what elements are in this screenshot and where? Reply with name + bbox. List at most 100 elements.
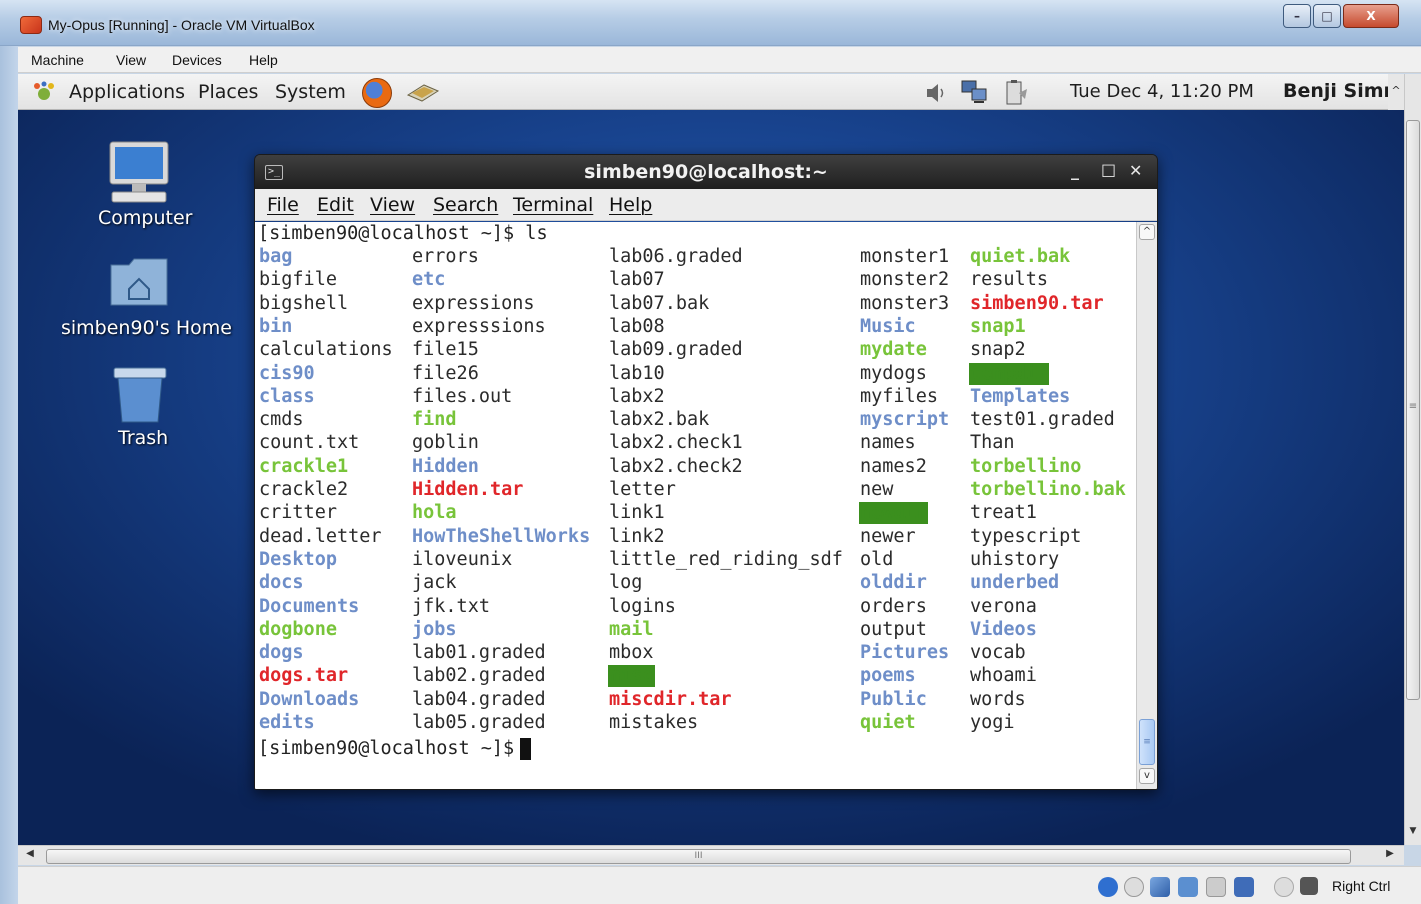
ls-entry: miscdir.tar <box>609 688 732 710</box>
shared-folders-status-icon[interactable] <box>1206 877 1226 897</box>
host-statusbar: Right Ctrl <box>18 866 1421 904</box>
ls-entry: torbellino.bak <box>970 479 1126 500</box>
ls-entry: snap2 <box>970 339 1026 361</box>
volume-icon[interactable] <box>924 82 948 104</box>
ls-entry: lab09.graded <box>609 339 743 361</box>
desktop-label-computer[interactable]: Computer <box>98 207 192 229</box>
panel-menu-places[interactable]: Places <box>198 81 258 103</box>
power-icon[interactable] <box>1001 79 1031 107</box>
terminal-menubar: File Edit View Search Terminal Help <box>255 189 1157 221</box>
ls-entry: little_red_riding_sdf <box>609 548 843 570</box>
ls-entry: bigshell <box>259 292 349 314</box>
host-vscroll-thumb[interactable]: ≡ <box>1406 120 1420 700</box>
desktop-label-trash[interactable]: Trash <box>118 427 168 449</box>
ls-entry: treat1 <box>970 502 1037 524</box>
host-menu-help[interactable]: Help <box>249 52 278 68</box>
terminal-minimize-button[interactable]: _ <box>1071 161 1079 180</box>
mail-launcher-icon[interactable] <box>406 81 440 103</box>
host-vscroll-up-button[interactable]: ^ <box>1388 74 1404 110</box>
display-status-icon[interactable] <box>1234 877 1254 897</box>
hard-disk-status-icon[interactable] <box>1098 877 1118 897</box>
ls-entry: mydate <box>860 339 927 361</box>
panel-menu-applications[interactable]: Applications <box>69 81 185 103</box>
terminal-menu-edit[interactable]: Edit <box>317 194 354 216</box>
gnome-top-panel: Applications Places System Tue Dec 4, 11… <box>18 74 1404 110</box>
ls-entry: test01.graded <box>970 409 1115 431</box>
terminal-menu-view[interactable]: View <box>370 194 415 216</box>
terminal-scrollbar[interactable]: ^ ≡ v <box>1136 222 1157 789</box>
ls-entry: labx2.check1 <box>609 432 743 454</box>
ls-entry: lab08 <box>609 315 665 337</box>
ls-entry: lab07.bak <box>609 292 710 314</box>
firefox-launcher-icon[interactable] <box>362 78 392 108</box>
ls-entry: lab05.graded <box>412 712 546 733</box>
panel-clock[interactable]: Tue Dec 4, 11:20 PM <box>1070 81 1254 102</box>
ls-entry: find <box>412 409 457 431</box>
chevron-up-icon[interactable]: ^ <box>1139 224 1155 240</box>
host-maximize-button[interactable]: □ <box>1313 4 1341 28</box>
ls-entry: orders <box>860 595 927 617</box>
ls-entry: count.txt <box>259 432 360 454</box>
terminal-menu-file[interactable]: File <box>267 194 299 216</box>
ls-entry: expressions <box>412 292 535 314</box>
mouse-integration-icon[interactable] <box>1274 877 1294 897</box>
ls-entry: jfk.txt <box>412 595 490 617</box>
ls-entry: cis90 <box>259 362 315 384</box>
terminal-titlebar[interactable]: >_ simben90@localhost:~ _ □ ✕ <box>255 155 1157 189</box>
ls-entry: bag <box>259 246 293 267</box>
desktop-label-home[interactable]: simben90's Home <box>61 317 232 339</box>
optical-drive-status-icon[interactable] <box>1124 877 1144 897</box>
chevron-down-icon[interactable]: ▼ <box>1406 826 1420 842</box>
network-icon[interactable] <box>960 79 990 105</box>
trash-icon[interactable] <box>110 366 170 424</box>
ls-entry: myfiles <box>860 385 938 407</box>
ls-entry: lab07 <box>609 269 665 291</box>
host-hscroll-thumb[interactable]: III <box>46 849 1351 864</box>
terminal-menu-search[interactable]: Search <box>433 194 498 216</box>
terminal-output[interactable]: [simben90@localhost ~]$ ls bag bigfile big… <box>255 222 1136 789</box>
ls-entry: dogs.tar <box>259 665 349 687</box>
terminal-close-button[interactable]: ✕ <box>1129 161 1142 180</box>
terminal-menu-terminal[interactable]: Terminal <box>513 194 593 216</box>
ls-entry: log <box>609 572 643 594</box>
host-key-icon[interactable] <box>1300 877 1318 895</box>
ls-entry: poems <box>860 665 916 687</box>
home-folder-icon[interactable] <box>109 257 169 307</box>
ls-entry: errors <box>412 246 479 267</box>
ls-entry: misc <box>608 665 655 688</box>
ls-entry: file15 <box>412 339 479 361</box>
ls-entry: Hidden <box>412 455 479 477</box>
chevron-down-icon[interactable]: v <box>1139 768 1155 784</box>
host-vertical-scrollbar[interactable]: ≡ ▼ <box>1404 74 1421 845</box>
ls-entry: calculations <box>259 339 393 361</box>
ls-entry: Than <box>970 432 1015 454</box>
ls-entry: uhistory <box>970 548 1060 570</box>
terminal-window[interactable]: >_ simben90@localhost:~ _ □ ✕ File Edit … <box>254 154 1158 790</box>
panel-user-name[interactable]: Benji Simm <box>1283 80 1403 102</box>
chevron-right-icon[interactable]: ▶ <box>1382 848 1398 864</box>
chevron-left-icon[interactable]: ◀ <box>22 848 38 864</box>
ls-entry: cmds <box>259 409 304 431</box>
ls-entry: typescript <box>970 525 1082 547</box>
ls-entry: labx2.check2 <box>609 455 743 477</box>
host-window-title: My-Opus [Running] - Oracle VM VirtualBox <box>48 17 315 33</box>
ls-entry: olddir <box>860 572 927 594</box>
ls-entry: iloveunix <box>412 548 513 570</box>
host-minimize-button[interactable]: – <box>1283 4 1311 28</box>
host-horizontal-scrollbar[interactable]: ◀ III ▶ <box>18 845 1404 865</box>
ls-entry: mistakes <box>609 712 699 733</box>
terminal-menu-help[interactable]: Help <box>609 194 652 216</box>
panel-menu-system[interactable]: System <box>275 81 346 103</box>
terminal-scroll-thumb[interactable]: ≡ <box>1139 719 1155 765</box>
usb-status-icon[interactable] <box>1150 877 1170 897</box>
ls-entry: critter <box>259 502 337 524</box>
host-menu-view[interactable]: View <box>116 52 146 68</box>
terminal-maximize-button[interactable]: □ <box>1101 160 1116 179</box>
host-close-button[interactable]: X <box>1343 4 1399 28</box>
host-menu-machine[interactable]: Machine <box>31 52 84 68</box>
host-menu-devices[interactable]: Devices <box>172 52 222 68</box>
ls-entry: simben90.tar <box>970 292 1104 314</box>
ls-entry: link2 <box>609 525 665 547</box>
network-status-icon[interactable] <box>1178 877 1198 897</box>
computer-icon[interactable] <box>106 140 172 208</box>
